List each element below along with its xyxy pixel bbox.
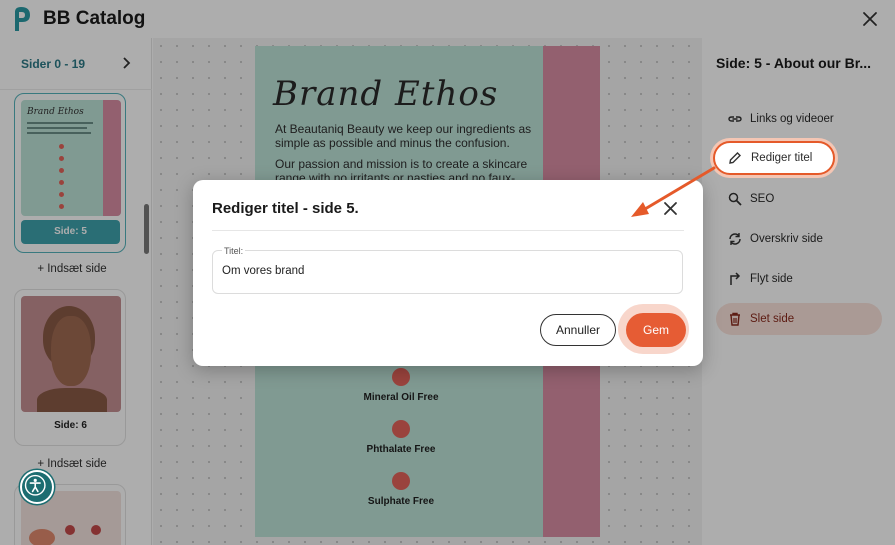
feature-item: Mineral Oil Free <box>341 368 461 403</box>
trash-icon <box>730 312 740 326</box>
insert-page-button[interactable]: + Indsæt side <box>0 458 144 470</box>
close-icon[interactable] <box>663 201 678 216</box>
page-range-label: Sider 0 - 19 <box>21 57 86 71</box>
save-button[interactable]: Gem <box>626 313 686 347</box>
panel-title: Side: 5 - About our Br... <box>716 55 872 71</box>
menu-item-label: SEO <box>750 193 775 205</box>
close-icon[interactable] <box>861 10 879 28</box>
page-preview-heading: Brand Ethos <box>273 74 499 114</box>
page-range-selector[interactable]: Sider 0 - 19 <box>0 38 152 90</box>
app-logo-icon <box>15 7 30 31</box>
chevron-right-icon[interactable] <box>121 57 131 69</box>
menu-item-label: Rediger titel <box>751 152 813 164</box>
menu-item-links-videos[interactable]: Links og videoer <box>716 103 882 135</box>
menu-item-edit-title[interactable]: Rediger titel <box>713 141 835 175</box>
top-bar: BB Catalog <box>0 0 895 38</box>
page-preview-paragraph: At Beautaniq Beauty we keep our ingredie… <box>275 122 532 150</box>
accessibility-icon <box>24 474 46 496</box>
menu-item-label: Flyt side <box>750 273 793 285</box>
app-title: BB Catalog <box>43 8 146 29</box>
feature-item: Sulphate Free <box>341 472 461 507</box>
insert-page-button[interactable]: + Indsæt side <box>0 263 144 275</box>
menu-item-delete-page[interactable]: Slet side <box>716 303 882 335</box>
dialog-divider <box>212 230 684 231</box>
menu-item-move-page[interactable]: Flyt side <box>716 263 882 295</box>
sidebar-scrollbar[interactable] <box>144 204 149 254</box>
page-thumbnail-6[interactable]: Side: 6 <box>14 289 126 446</box>
leaf-icon <box>392 420 410 438</box>
dialog-title: Rediger titel - side 5. <box>212 200 359 217</box>
drop-icon <box>392 368 410 386</box>
feature-label: Mineral Oil Free <box>363 392 439 403</box>
title-field-label: Titel: <box>222 246 246 256</box>
feature-item: Phthalate Free <box>341 420 461 455</box>
page-thumbnail-image: Brand Ethos <box>21 100 121 216</box>
cancel-button[interactable]: Annuller <box>540 314 616 346</box>
refresh-icon <box>729 233 741 245</box>
link-icon <box>728 116 742 122</box>
page-thumbnail-image <box>21 296 121 412</box>
page-thumbnail-5[interactable]: Brand Ethos Side: 5 <box>14 93 126 253</box>
accessibility-button[interactable] <box>20 470 54 504</box>
feature-label: Sulphate Free <box>367 496 435 507</box>
edit-title-dialog: Rediger titel - side 5. Titel: Annuller … <box>193 180 703 366</box>
page-list-sidebar: Sider 0 - 19 Brand Ethos Side: 5 + Indsæ… <box>0 38 152 545</box>
page-actions-panel: Side: 5 - About our Br... Links og video… <box>702 38 895 545</box>
page-thumbnail-caption: Side: 6 <box>54 420 87 431</box>
sparkle-icon <box>392 472 410 490</box>
menu-item-label: Slet side <box>750 313 795 325</box>
menu-item-label: Overskriv side <box>750 233 823 245</box>
title-input[interactable] <box>222 265 662 277</box>
menu-item-overwrite-page[interactable]: Overskriv side <box>716 223 882 255</box>
menu-item-label: Links og videoer <box>750 113 834 125</box>
search-icon <box>728 192 742 206</box>
page-thumbnail-caption: Side: 5 <box>21 220 120 244</box>
menu-item-seo[interactable]: SEO <box>716 183 882 215</box>
title-field[interactable]: Titel: <box>212 246 683 294</box>
move-arrow-icon <box>730 272 741 285</box>
pencil-icon <box>729 152 741 164</box>
feature-label: Phthalate Free <box>366 444 436 455</box>
